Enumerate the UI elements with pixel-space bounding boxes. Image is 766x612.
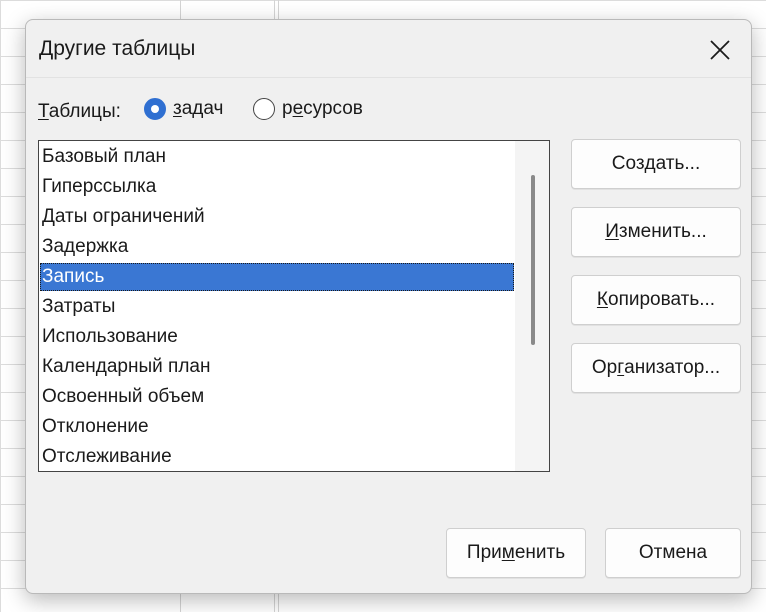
apply-button[interactable]: При м енить xyxy=(446,528,586,578)
title-separator xyxy=(26,77,751,78)
tables-listbox[interactable]: Базовый план Гиперссылка Даты ограничени… xyxy=(38,140,550,472)
close-icon xyxy=(710,40,730,60)
vertical-scrollbar[interactable] xyxy=(515,141,549,471)
create-button[interactable]: Соз д ать... xyxy=(571,139,741,189)
dialog-title: Другие таблицы xyxy=(39,37,196,60)
radio-button-checked[interactable] xyxy=(144,98,166,120)
radio-tasks-label: задач xyxy=(173,98,224,119)
close-button[interactable] xyxy=(702,32,738,68)
list-item[interactable]: Задержка xyxy=(40,233,514,261)
more-tables-dialog: Другие таблицы Таблицы: задач ресурсов Б… xyxy=(25,19,752,594)
list-item[interactable]: Календарный план xyxy=(40,353,514,381)
radio-button-unchecked[interactable] xyxy=(253,98,275,120)
list-item[interactable]: Отслеживание xyxy=(40,443,514,471)
list-item[interactable]: Освоенный объем xyxy=(40,383,514,411)
list-item[interactable]: Использование xyxy=(40,323,514,351)
organizer-button[interactable]: Ор г анизатор... xyxy=(571,343,741,393)
copy-button[interactable]: Копировать... xyxy=(571,275,741,325)
list-item-selected[interactable]: Запись xyxy=(40,263,514,291)
scrollbar-thumb[interactable] xyxy=(531,175,535,345)
radio-resources[interactable]: ресурсов xyxy=(253,98,363,120)
list-item[interactable]: Даты ограничений xyxy=(40,203,514,231)
edit-button[interactable]: Изменить... xyxy=(571,207,741,257)
radio-resources-label: ресурсов xyxy=(282,98,363,119)
cancel-button[interactable]: Отмена xyxy=(605,528,741,578)
tables-label: Таблицы: xyxy=(38,101,121,122)
list-item[interactable]: Гиперссылка xyxy=(40,173,514,201)
list-item[interactable]: Затраты xyxy=(40,293,514,321)
radio-tasks[interactable]: задач xyxy=(144,98,223,120)
list-item[interactable]: Базовый план xyxy=(40,143,514,171)
list-item[interactable]: Отклонение xyxy=(40,413,514,441)
